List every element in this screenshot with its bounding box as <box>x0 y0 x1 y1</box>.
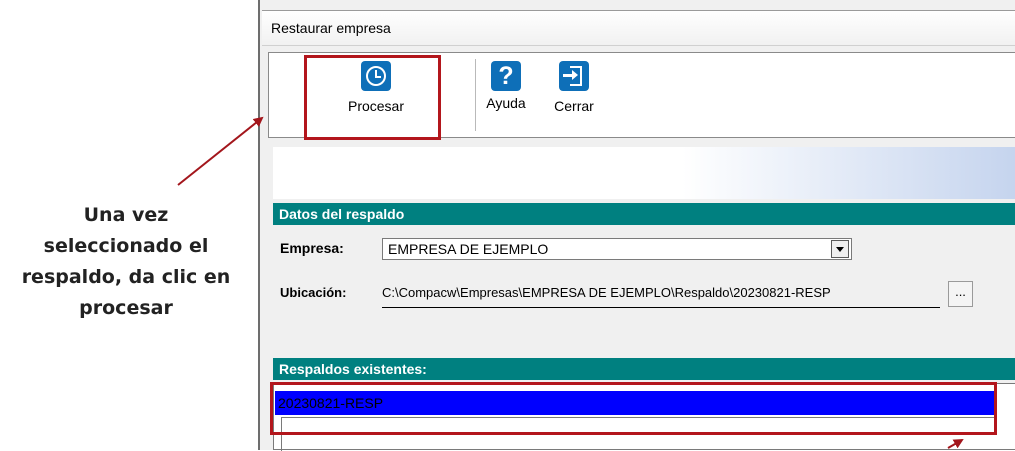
annotation-arrows <box>177 116 964 449</box>
arrow-to-list <box>947 439 964 449</box>
arrow-to-procesar <box>177 116 264 186</box>
